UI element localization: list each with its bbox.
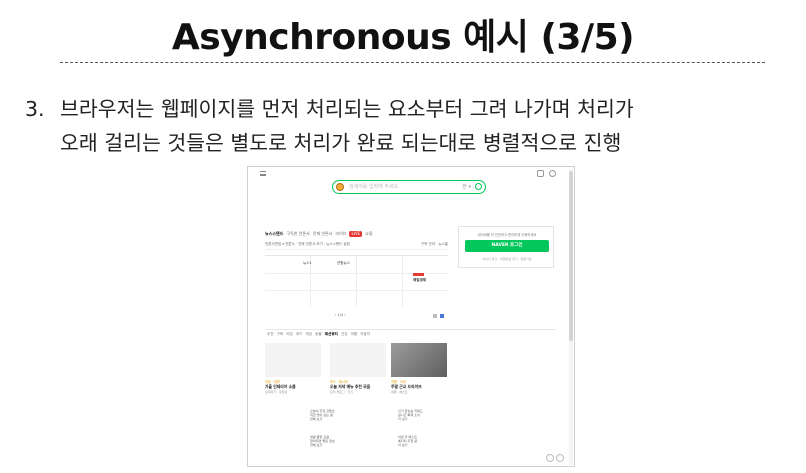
content-card[interactable]: 여행 · 국내 주말 근교 드라이브 여행 · 베스트 [391, 343, 447, 394]
mini-list-line: 전체 보기 [310, 417, 323, 422]
content-categories: 추천 구독 리빙 푸드 게임 동물 패션뷰티 건강 여행 자동차 [267, 332, 370, 337]
tab-subscribed[interactable]: 구독한 언론사 [286, 231, 309, 237]
press-label[interactable]: 연합뉴스 [337, 261, 350, 266]
tab-newsstand[interactable]: 뉴스스탠드 [265, 231, 283, 237]
press-label[interactable]: 매일경제 [413, 278, 426, 283]
news-filter-left[interactable]: 언론사편집 ▾ 언론사 · 전체 언론사 보기 · 뉴스스탠드 설정 [265, 242, 350, 246]
news-tabs: 뉴스스탠드 구독한 언론사 전체 언론사 라이브 LIVE 쇼핑 [265, 231, 373, 237]
press-logo-red [413, 273, 424, 276]
press-label[interactable]: 뉴스1 [303, 261, 312, 266]
search-icon[interactable] [475, 183, 482, 190]
category-item[interactable]: 여행 [351, 332, 358, 337]
news-filter-bar: 언론사편집 ▾ 언론사 · 전체 언론사 보기 · 뉴스스탠드 설정 구독 관리… [265, 242, 448, 250]
card-image [391, 343, 447, 377]
top-right-icons [537, 170, 556, 177]
category-item[interactable]: 푸드 [296, 332, 303, 337]
search-bar[interactable]: 검색어를 입력해 주세요. 한 ▾ [332, 180, 486, 194]
content-card[interactable]: 푸드 · 레시피 오늘 저녁 메뉴 추천 모음 요리 블로그 · 인기 [330, 343, 386, 394]
tab-all[interactable]: 전체 언론사 [313, 231, 333, 237]
keyboard-toggle[interactable]: 한 ▾ [462, 183, 471, 190]
press-cell[interactable] [357, 256, 403, 307]
settings-fab-icon[interactable] [546, 454, 554, 462]
tab-live[interactable]: 라이브 [335, 231, 346, 237]
bullet-line-2: 오래 걸리는 것들은 별도로 처리가 완료 되는대로 병렬적으로 진행 [60, 131, 622, 155]
category-item[interactable]: 패션뷰티 [325, 332, 338, 337]
press-grid: 뉴스1 연합뉴스 매일경제 [265, 255, 448, 307]
mini-list[interactable]: 생활 꿀팁 모음 알아두면 좋은 정보 전체 보기 [310, 435, 335, 448]
category-item[interactable]: 동물 [315, 332, 322, 337]
login-links[interactable]: 아이디 찾기 · 비밀번호 찾기 · 회원가입 [464, 257, 550, 261]
category-item[interactable]: 추천 [267, 332, 274, 337]
bullet-text: 브라우저는 웹페이지를 먼저 처리되는 요소부터 그려 나가며 처리가 오래 걸… [60, 92, 790, 160]
search-placeholder: 검색어를 입력해 주세요. [349, 184, 400, 190]
live-badge: LIVE [349, 231, 363, 237]
grid-row-line [265, 290, 448, 291]
card-subtext: 집꾸미기 · 추천글 [265, 390, 288, 394]
news-filter-right[interactable]: 구독 관리 · 뉴스홈 [421, 242, 448, 247]
card-image [330, 343, 386, 377]
news-pager: ‹ 1/4 › [265, 313, 448, 321]
pager-text[interactable]: ‹ 1/4 › [335, 313, 346, 317]
mini-list[interactable]: 오늘의 추천 콘텐츠 지금 많이 보는 글 전체 보기 [310, 409, 335, 422]
mini-list-line: 더 보기 [398, 417, 408, 422]
category-item[interactable]: 리빙 [286, 332, 293, 337]
bullet-number: 3. [25, 97, 45, 121]
scrollbar-thumb[interactable] [569, 171, 573, 341]
press-cell[interactable] [311, 256, 357, 307]
card-subtext: 여행 · 베스트 [391, 390, 408, 394]
card-image [265, 343, 321, 377]
login-button[interactable]: NAVER 로그인 [465, 240, 549, 252]
grid-view-icon[interactable] [440, 314, 444, 318]
scroll-top-fab-icon[interactable] [556, 454, 564, 462]
category-item[interactable]: 구독 [277, 332, 284, 337]
slide-title: Asynchronous 예시 (3/5) [171, 17, 635, 58]
browser-screenshot: 검색어를 입력해 주세요. 한 ▾ 뉴스스탠드 구독한 언론사 전체 언론사 라… [247, 166, 575, 467]
card-subtext: 요리 블로그 · 인기 [330, 390, 354, 394]
bullet-line-1: 브라우저는 웹페이지를 먼저 처리되는 요소부터 그려 나가며 처리가 [60, 97, 634, 121]
mini-list-line: 더 보기 [398, 443, 408, 448]
category-item[interactable]: 건강 [341, 332, 348, 337]
content-card[interactable]: 리빙 · 생활 가을 인테리어 소품 집꾸미기 · 추천글 [265, 343, 321, 394]
category-item[interactable]: 자동차 [360, 332, 370, 337]
mini-list[interactable]: 인기 급상승 키워드 실시간 화제 소식 더 보기 [398, 409, 423, 422]
menu-icon[interactable] [260, 171, 266, 176]
newsstand-box: 뉴스스탠드 구독한 언론사 전체 언론사 라이브 LIVE 쇼핑 언론사편집 ▾… [265, 226, 448, 324]
mini-list[interactable]: 이번 주 베스트 에디터 추천 글 더 보기 [398, 435, 417, 448]
mail-icon[interactable] [537, 170, 544, 177]
tab-shopping[interactable]: 쇼핑 [365, 231, 372, 237]
section-divider [265, 329, 556, 330]
category-item[interactable]: 게임 [306, 332, 313, 337]
mini-list-line: 전체 보기 [310, 443, 323, 448]
title-divider [60, 62, 765, 63]
notification-icon[interactable] [549, 170, 556, 177]
list-view-icon[interactable] [433, 314, 437, 318]
login-box: 네이버를 더 안전하고 편리하게 이용하세요 NAVER 로그인 아이디 찾기 … [458, 226, 554, 268]
login-message: 네이버를 더 안전하고 편리하게 이용하세요 [477, 233, 537, 237]
naver-logo-icon [336, 183, 344, 191]
